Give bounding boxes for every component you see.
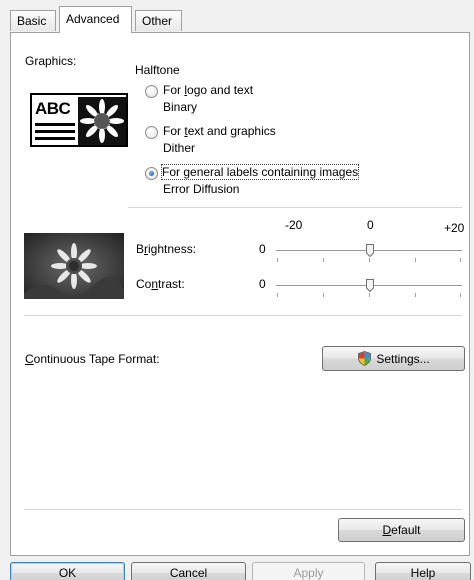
brightness-label: Brightness: (136, 242, 197, 256)
apply-button-label: Apply (293, 566, 324, 580)
help-button[interactable]: Help (375, 562, 471, 580)
adjust-separator (24, 315, 462, 317)
option-text-graphics-sub: Dither (163, 141, 196, 155)
contrast-tick (369, 293, 370, 297)
contrast-slider-thumb[interactable] (366, 279, 374, 293)
brightness-tick (415, 258, 416, 262)
scale-min-label: -20 (285, 218, 303, 232)
contrast-value: 0 (259, 277, 266, 291)
contrast-tick (277, 293, 278, 297)
contrast-label: Contrast: (136, 277, 185, 291)
panel-content: Graphics: Halftone ABC For logo and text… (0, 0, 474, 580)
sunflower-bw-image (78, 97, 126, 145)
ok-button[interactable]: OK (10, 562, 125, 580)
contrast-tick (323, 293, 324, 297)
apply-button[interactable]: Apply (252, 562, 365, 580)
text-lines-graphic (35, 123, 75, 144)
brightness-tick (369, 258, 370, 262)
default-button-label: Default (382, 523, 421, 537)
brightness-tick (460, 258, 461, 262)
brightness-slider-thumb[interactable] (366, 244, 374, 258)
settings-button-label: Settings... (376, 351, 430, 366)
scale-mid-label: 0 (367, 218, 374, 232)
brightness-value: 0 (259, 242, 266, 256)
option-text-graphics-label[interactable]: For text and graphics (163, 124, 276, 138)
default-button[interactable]: Default (338, 518, 465, 542)
contrast-tick (415, 293, 416, 297)
option-logo-text-label[interactable]: For logo and text (163, 83, 253, 97)
graphics-separator (128, 207, 462, 209)
settings-button[interactable]: Settings... (322, 346, 465, 371)
ok-button-label: OK (58, 566, 77, 580)
graphics-label: Graphics: (25, 54, 77, 68)
option-general-labels-label[interactable]: For general labels containing images (160, 164, 360, 180)
radio-logo-text[interactable] (145, 85, 158, 98)
radio-text-graphics[interactable] (145, 126, 158, 139)
halftone-label: Halftone (135, 63, 180, 77)
help-button-label: Help (410, 566, 436, 580)
abc-illustration: ABC (30, 93, 128, 147)
brightness-tick (323, 258, 324, 262)
cancel-button[interactable]: Cancel (131, 562, 246, 580)
abc-text: ABC (35, 99, 71, 118)
sunflower-photo (24, 233, 124, 299)
option-general-labels-sub: Error Diffusion (163, 182, 240, 196)
scale-max-label: +20 (444, 221, 465, 235)
radio-general-labels[interactable] (145, 167, 158, 180)
contrast-tick (460, 293, 461, 297)
continuous-tape-label: Continuous Tape Format: (25, 352, 160, 366)
shield-icon (357, 351, 372, 366)
brightness-tick (277, 258, 278, 262)
option-logo-text-sub: Binary (163, 100, 198, 114)
cancel-button-label: Cancel (169, 566, 208, 580)
bottom-separator (24, 509, 462, 511)
